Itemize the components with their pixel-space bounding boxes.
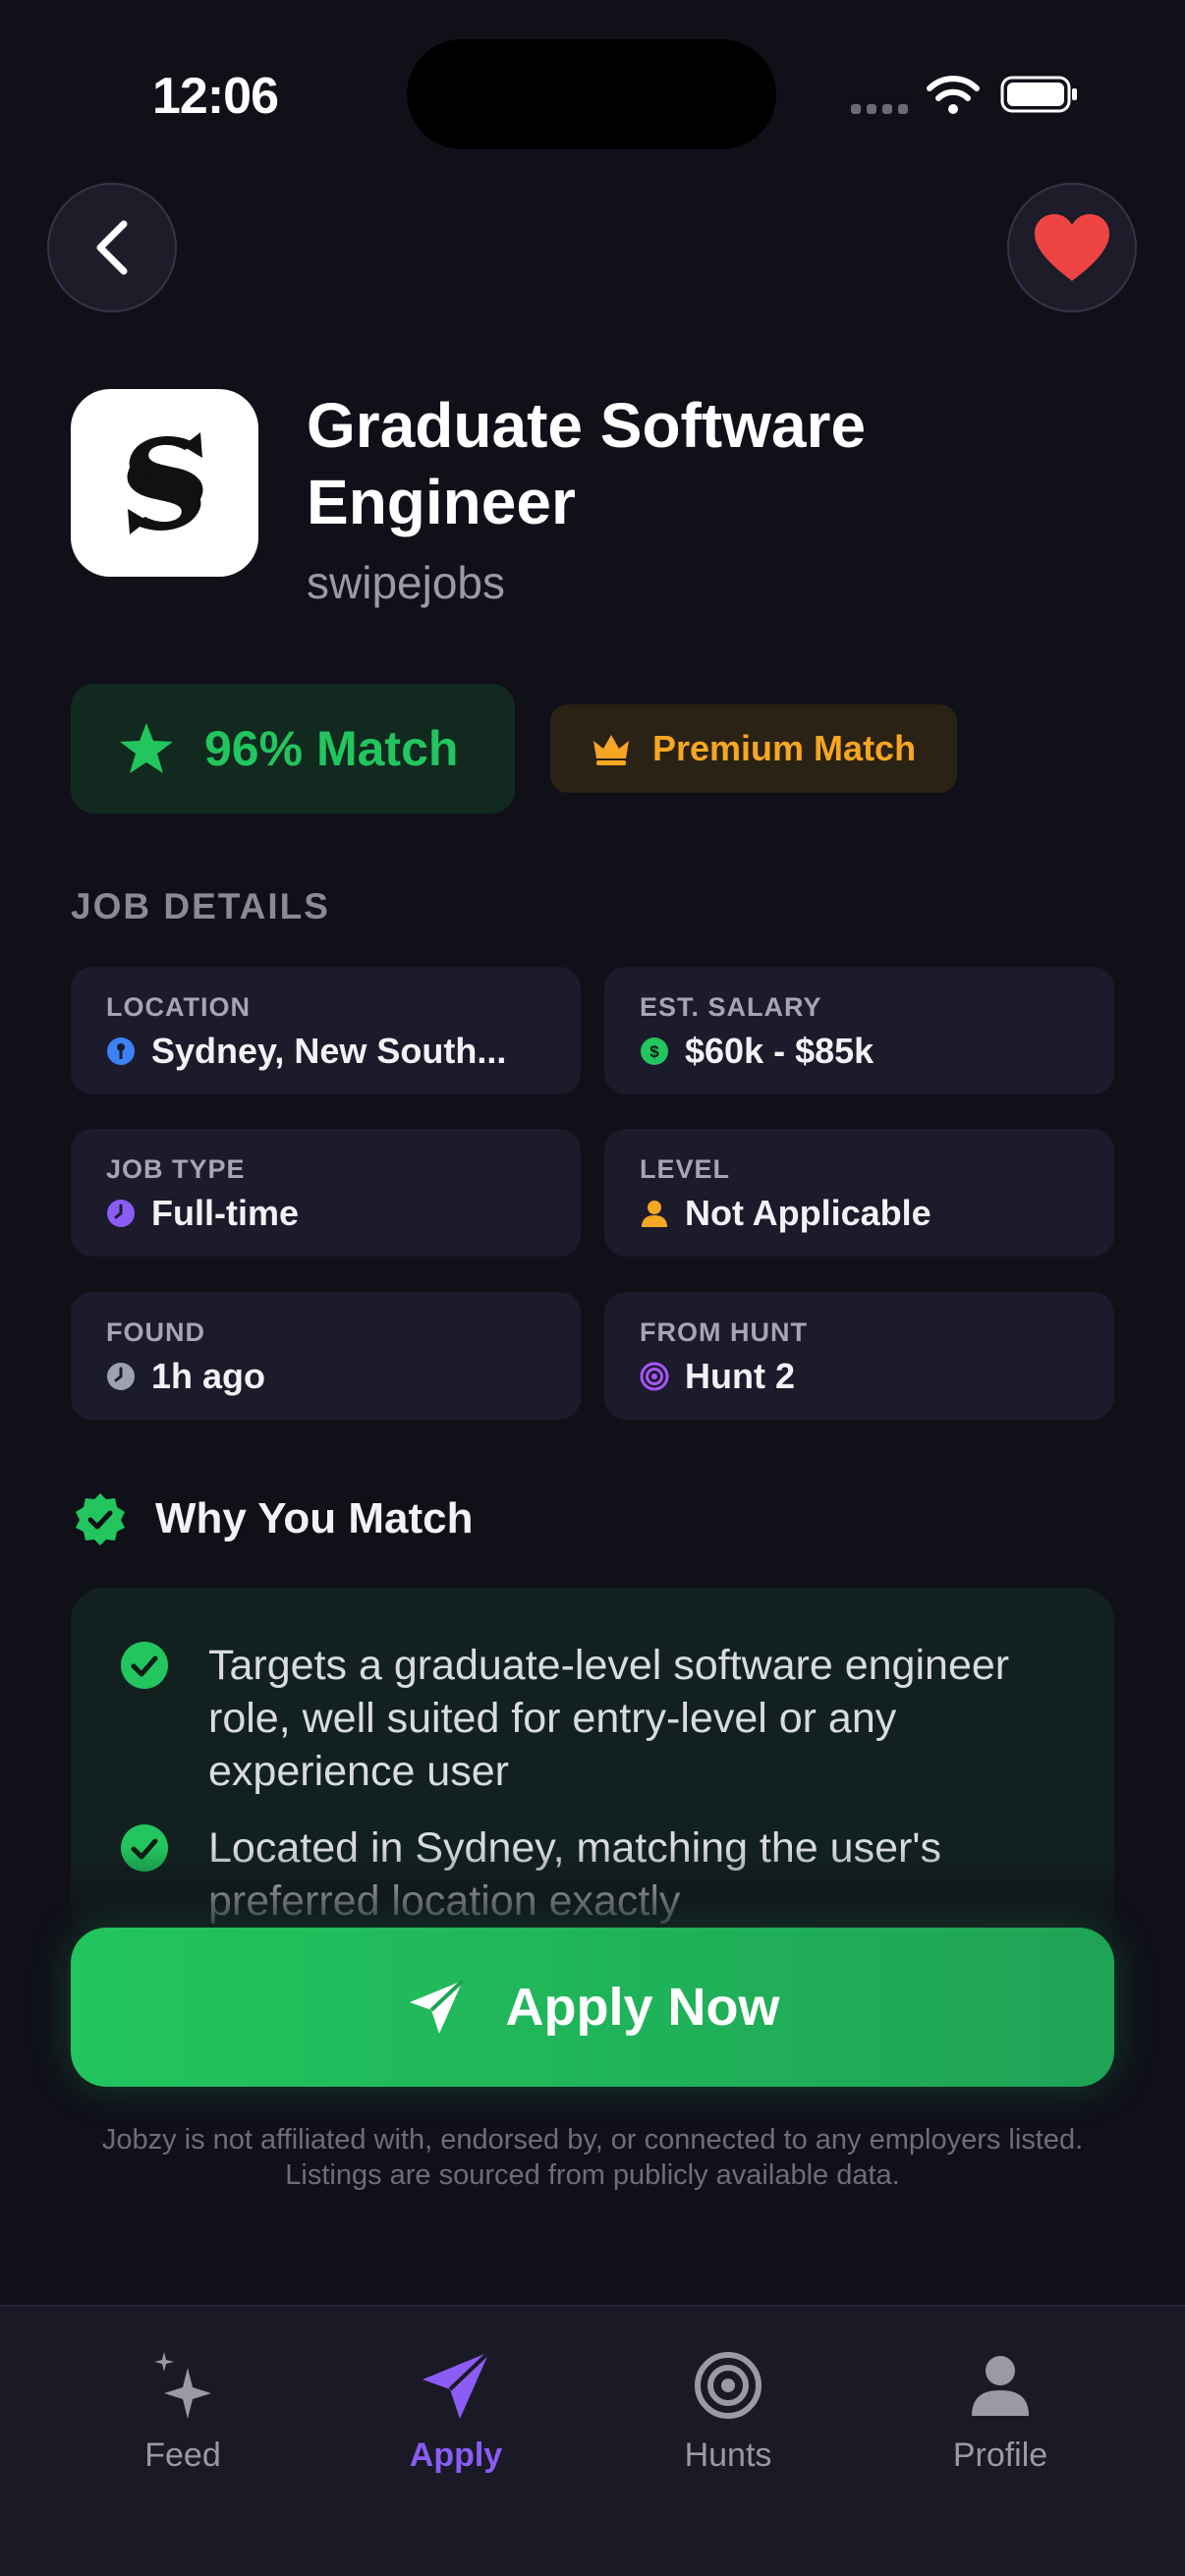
check-circle-icon	[121, 1642, 168, 1689]
apply-now-button[interactable]: Apply Now	[71, 1928, 1114, 2087]
detail-value: Not Applicable	[685, 1193, 931, 1233]
cellular-signal-icon	[851, 104, 908, 114]
target-icon	[695, 2352, 762, 2419]
battery-icon	[1000, 76, 1077, 113]
dollar-icon: $	[641, 1037, 668, 1065]
back-button[interactable]	[47, 183, 177, 312]
favorite-button[interactable]	[1007, 183, 1137, 312]
swipejobs-logo-icon	[127, 431, 202, 534]
apply-now-label: Apply Now	[505, 1978, 780, 2037]
target-icon	[640, 1362, 669, 1391]
detail-label: FOUND	[106, 1317, 205, 1347]
bottom-tab-bar: Feed Apply Hunts Profile	[0, 2305, 1185, 2576]
detail-value: Hunt 2	[685, 1356, 795, 1396]
premium-match-text: Premium Match	[652, 728, 917, 768]
disclaimer-text: Jobzy is not affiliated with, endorsed b…	[101, 2124, 1084, 2191]
reason-item: Targets a graduate-level software engine…	[120, 1639, 1065, 1798]
wifi-icon	[927, 76, 980, 114]
detail-card-found: FOUND 1h ago	[71, 1292, 581, 1420]
paper-plane-icon	[409, 1979, 464, 2034]
company-name: swipejobs	[307, 557, 505, 608]
job-details-heading: JOB DETAILS	[71, 886, 330, 926]
why-match-header: Why You Match	[73, 1491, 474, 1546]
detail-card-hunt: FROM HUNT Hunt 2	[604, 1292, 1114, 1420]
tab-label: Feed	[144, 2436, 221, 2474]
clock-icon	[107, 1200, 135, 1227]
match-score-badge: 96% Match	[71, 684, 515, 813]
detail-label: LEVEL	[640, 1154, 731, 1184]
detail-card-level: LEVEL Not Applicable	[604, 1129, 1114, 1257]
detail-value: Full-time	[151, 1193, 299, 1233]
location-pin-icon	[107, 1037, 135, 1065]
verified-badge-icon	[76, 1493, 125, 1545]
detail-label: JOB TYPE	[106, 1154, 246, 1184]
detail-label: LOCATION	[106, 992, 251, 1022]
detail-value: 1h ago	[151, 1356, 266, 1396]
svg-text:$: $	[649, 1042, 659, 1061]
company-logo	[71, 389, 258, 577]
tab-feed[interactable]: Feed	[75, 2346, 291, 2475]
detail-card-job-type: JOB TYPE Full-time	[71, 1129, 581, 1257]
person-icon	[972, 2356, 1029, 2416]
tab-label: Hunts	[684, 2436, 772, 2474]
dynamic-island	[407, 39, 776, 149]
job-title: Graduate Software Engineer	[307, 390, 867, 537]
tab-hunts[interactable]: Hunts	[620, 2346, 836, 2475]
detail-label: FROM HUNT	[640, 1317, 808, 1347]
clock-icon	[107, 1363, 135, 1390]
detail-value: Sydney, New South...	[151, 1031, 507, 1071]
tab-profile[interactable]: Profile	[892, 2346, 1108, 2475]
tab-apply[interactable]: Apply	[348, 2346, 564, 2475]
tab-label: Profile	[952, 2436, 1048, 2474]
detail-value: $60k - $85k	[685, 1031, 875, 1071]
detail-label: EST. SALARY	[640, 992, 822, 1022]
heart-icon	[1035, 214, 1109, 281]
detail-card-location: LOCATION Sydney, New South...	[71, 967, 581, 1094]
sparkles-icon	[154, 2352, 211, 2419]
tab-label: Apply	[409, 2436, 503, 2474]
person-icon	[642, 1201, 667, 1227]
why-match-title: Why You Match	[155, 1494, 474, 1542]
detail-card-salary: EST. SALARY $ $60k - $85k	[604, 967, 1114, 1094]
premium-match-badge: Premium Match	[550, 704, 957, 793]
reason-text: Targets a graduate-level software engine…	[208, 1642, 1010, 1795]
status-time: 12:06	[152, 68, 279, 125]
chevron-left-icon	[96, 220, 128, 275]
crown-icon	[593, 735, 629, 765]
match-score-text: 96% Match	[204, 721, 459, 776]
star-icon	[120, 723, 173, 773]
paper-plane-icon	[423, 2350, 491, 2419]
